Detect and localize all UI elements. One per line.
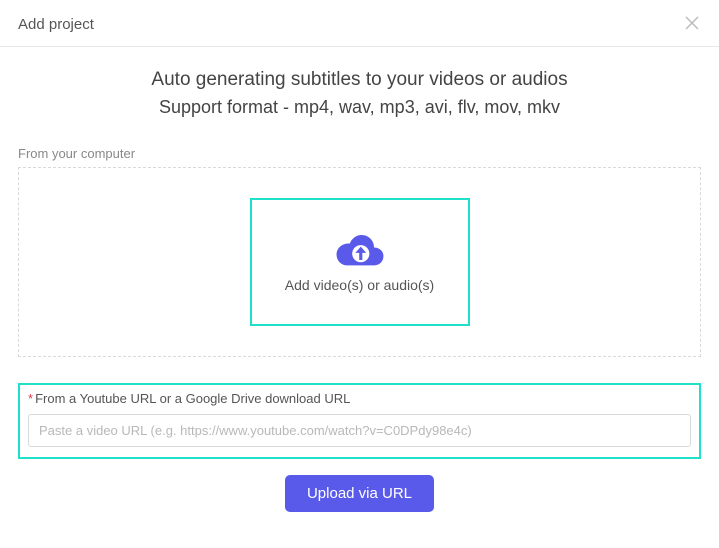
url-label-text: From a Youtube URL or a Google Drive dow…	[35, 391, 350, 406]
required-asterisk: *	[28, 391, 33, 406]
url-section-label: *From a Youtube URL or a Google Drive do…	[28, 391, 691, 406]
from-computer-label: From your computer	[18, 146, 701, 161]
modal-content: Auto generating subtitles to your videos…	[0, 47, 719, 512]
file-drop-zone[interactable]: Add video(s) or audio(s)	[250, 198, 470, 326]
upload-via-url-button[interactable]: Upload via URL	[285, 475, 434, 512]
modal-title: Add project	[18, 16, 94, 33]
close-icon-svg	[685, 16, 699, 30]
video-url-input[interactable]	[28, 414, 691, 447]
cloud-upload-icon	[335, 231, 385, 267]
url-upload-section: *From a Youtube URL or a Google Drive do…	[18, 383, 701, 459]
upload-button-wrap: Upload via URL	[18, 475, 701, 512]
headline-text: Auto generating subtitles to your videos…	[18, 69, 701, 91]
upload-dashed-container: Add video(s) or audio(s)	[18, 167, 701, 357]
subhead-text: Support format - mp4, wav, mp3, avi, flv…	[18, 97, 701, 118]
close-icon[interactable]	[683, 12, 701, 36]
modal-header: Add project	[0, 0, 719, 47]
drop-zone-label: Add video(s) or audio(s)	[285, 277, 434, 293]
